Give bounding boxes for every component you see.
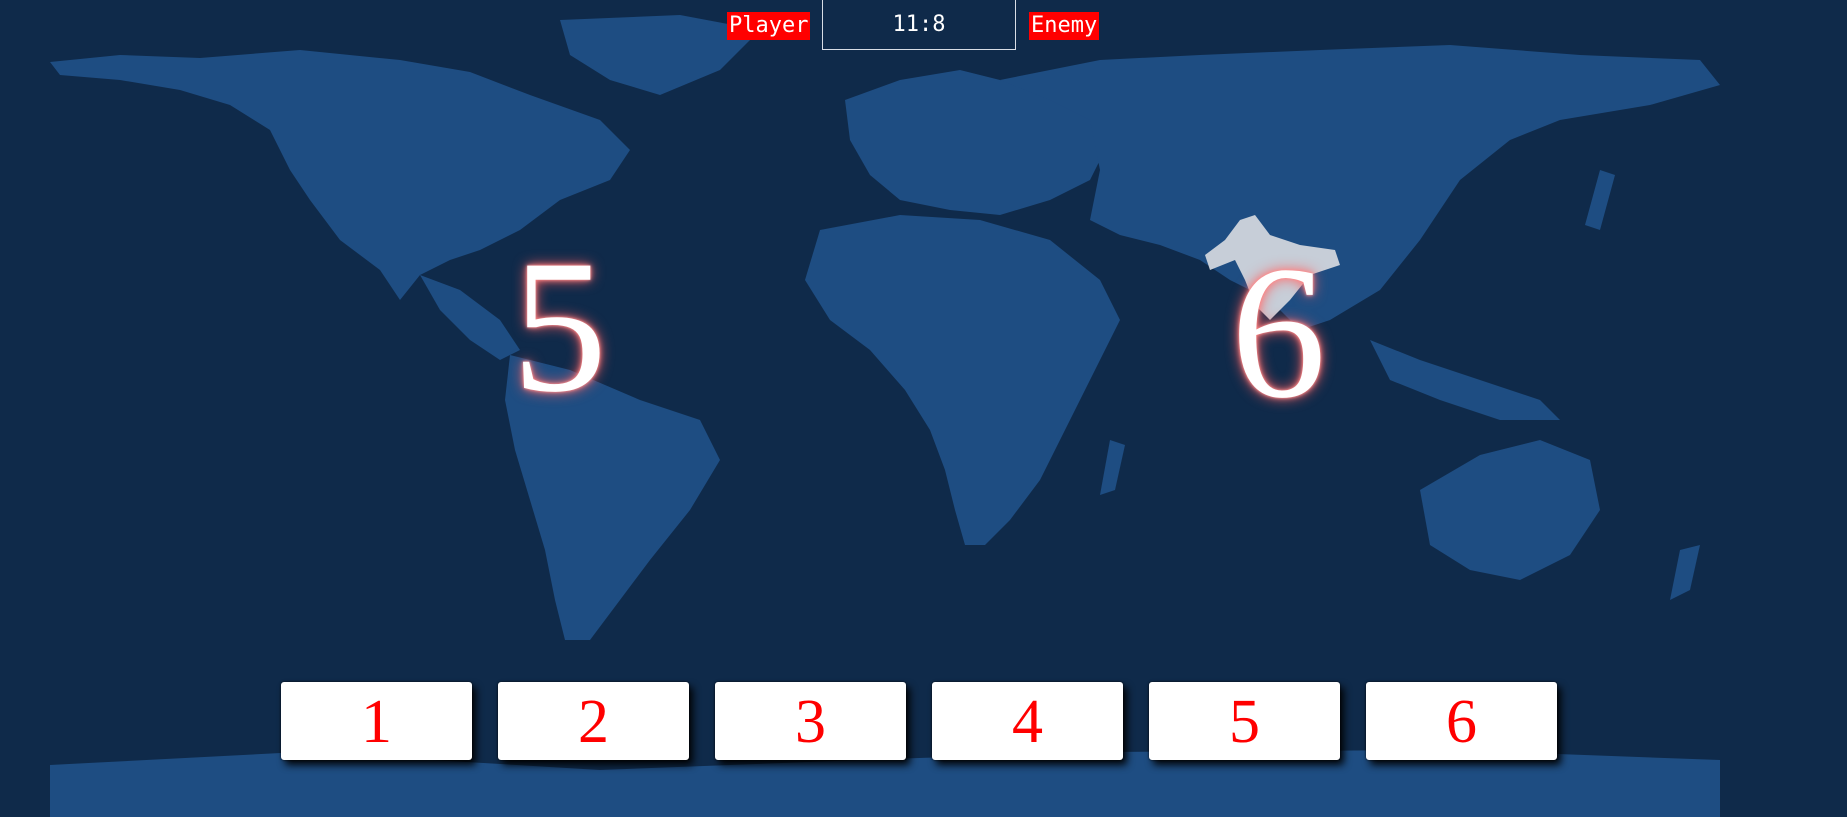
continent-central-america (420, 275, 520, 360)
choice-button-2[interactable]: 2 (498, 682, 689, 760)
player-label: Player (727, 12, 811, 40)
world-map (50, 15, 1720, 817)
choice-button-5[interactable]: 5 (1149, 682, 1340, 760)
continent-asia (1000, 45, 1720, 330)
continent-africa (805, 215, 1120, 545)
score-display: 11:8 (822, 0, 1016, 50)
scoreboard: Player 11:8 Enemy (0, 0, 1847, 52)
island-new-zealand (1670, 545, 1700, 600)
choice-button-1[interactable]: 1 (281, 682, 472, 760)
enemy-label: Enemy (1029, 12, 1100, 40)
player-number: 5 (512, 222, 607, 432)
game-stage: Player 11:8 Enemy 5 6 1 2 3 4 5 6 (0, 0, 1847, 817)
choice-button-3[interactable]: 3 (715, 682, 906, 760)
choice-button-6[interactable]: 6 (1366, 682, 1557, 760)
enemy-number: 6 (1231, 228, 1326, 438)
choice-button-4[interactable]: 4 (932, 682, 1123, 760)
island-madagascar (1100, 440, 1125, 495)
continent-australia (1420, 440, 1600, 580)
island-japan (1585, 170, 1615, 230)
islands-southeast-asia (1370, 340, 1560, 420)
